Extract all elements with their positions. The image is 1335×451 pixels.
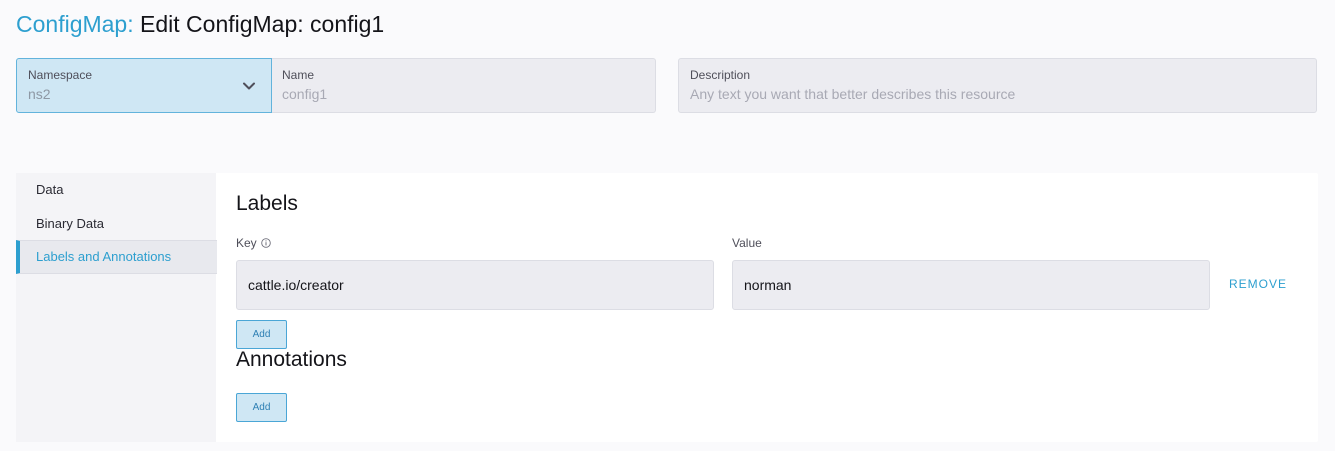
breadcrumb-configmap[interactable]: ConfigMap: [16, 11, 134, 37]
name-field[interactable]: Name config1 [271, 58, 656, 113]
namespace-label: Namespace [28, 68, 93, 82]
add-annotation-button[interactable]: Add [236, 393, 287, 422]
add-label-button[interactable]: Add [236, 320, 287, 349]
label-key-input[interactable]: cattle.io/creator [236, 260, 714, 310]
name-label: Name [282, 68, 315, 82]
page-title-text: Edit ConfigMap: config1 [140, 11, 385, 37]
namespace-value: ns2 [28, 86, 51, 102]
label-value-input[interactable]: norman [732, 260, 1210, 310]
chevron-down-icon[interactable] [241, 78, 257, 94]
page-title: ConfigMap: Edit ConfigMap: config1 [16, 9, 384, 39]
name-value: config1 [282, 86, 328, 102]
edit-configmap-page: ConfigMap: Edit ConfigMap: config1 Names… [0, 0, 1335, 451]
tab-binary-data[interactable]: Binary Data [16, 207, 217, 241]
key-column-header: Key [236, 236, 271, 250]
description-placeholder: Any text you want that better describes … [690, 86, 1016, 102]
namespace-select[interactable]: Namespace ns2 [16, 58, 272, 113]
annotations-heading: Annotations [236, 348, 347, 371]
value-column-header: Value [732, 236, 762, 250]
side-tabs: Data Binary Data Labels and Annotations [16, 173, 217, 442]
remove-label-button[interactable]: REMOVE [1229, 277, 1287, 291]
tab-data[interactable]: Data [16, 173, 217, 207]
info-icon[interactable] [260, 238, 271, 248]
description-field[interactable]: Description Any text you want that bette… [678, 58, 1317, 113]
tabbed-panel: Data Binary Data Labels and Annotations … [16, 173, 1318, 442]
tab-labels-and-annotations[interactable]: Labels and Annotations [16, 240, 217, 274]
tab-content: Labels Key Value cattle.io/creator norma… [236, 173, 1318, 442]
labels-heading: Labels [236, 192, 298, 215]
description-label: Description [690, 68, 751, 82]
key-header-label: Key [236, 236, 257, 250]
